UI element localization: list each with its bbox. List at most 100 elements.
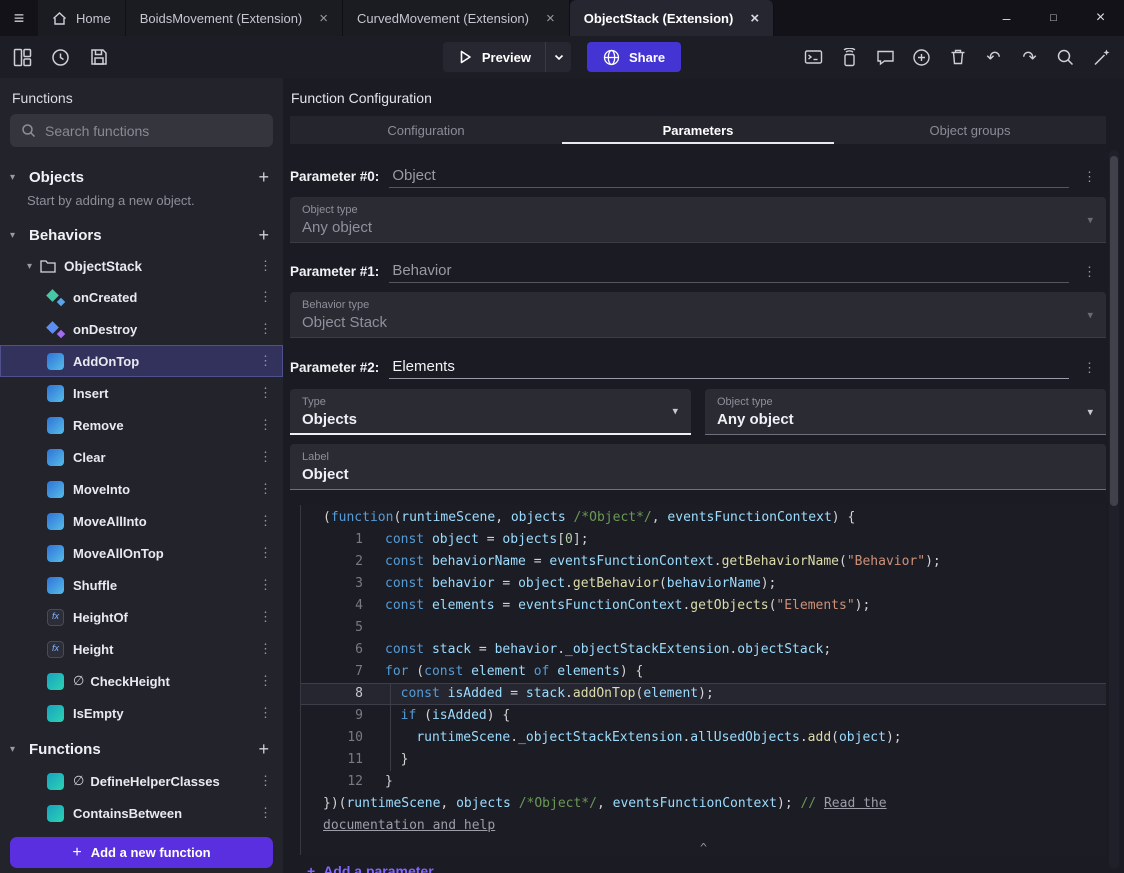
add-new-function-button[interactable]: + Add a new function [10, 837, 273, 868]
field-label: Label [302, 451, 329, 463]
sidebar-item-oncreated[interactable]: onCreated ⋮ [0, 281, 283, 313]
sidebar-item-moveallontop[interactable]: MoveAllOnTop ⋮ [0, 537, 283, 569]
item-menu-icon[interactable]: ⋮ [259, 481, 283, 497]
add-function-icon[interactable]: + [258, 739, 269, 760]
parameter-menu-icon[interactable]: ⋮ [1079, 360, 1100, 379]
add-parameter-button[interactable]: + Add a parameter [307, 863, 1124, 873]
tab-object-groups[interactable]: Object groups [834, 116, 1106, 144]
item-menu-icon[interactable]: ⋮ [259, 513, 283, 529]
feedback-icon[interactable] [875, 47, 896, 68]
sidebar-item-heightof[interactable]: HeightOf ⋮ [0, 601, 283, 633]
add-behavior-icon[interactable]: + [258, 225, 269, 246]
panels-layout-icon[interactable] [12, 47, 33, 68]
add-object-icon[interactable]: + [258, 167, 269, 188]
sidebar-item-clear[interactable]: Clear ⋮ [0, 441, 283, 473]
parameter-2-label-input[interactable]: Label Object [290, 444, 1106, 490]
fold-icon[interactable]: ^ [700, 841, 707, 855]
history-icon[interactable] [50, 47, 71, 68]
tab-boidsmovement[interactable]: BoidsMovement (Extension) × [125, 0, 344, 36]
close-tab-icon[interactable]: × [319, 10, 328, 27]
documentation-link[interactable]: documentation and help [323, 818, 495, 833]
chevron-down-icon[interactable]: ▾ [10, 230, 22, 241]
sidebar-item-shuffle[interactable]: Shuffle ⋮ [0, 569, 283, 601]
sidebar-item-label: onCreated [73, 289, 138, 305]
undo-icon[interactable]: ↶ [983, 47, 1004, 68]
item-menu-icon[interactable]: ⋮ [259, 805, 283, 821]
parameter-2-object-type-select[interactable]: Object type Any object ▾ [705, 389, 1106, 435]
sidebar-item-height[interactable]: Height ⋮ [0, 633, 283, 665]
item-menu-icon[interactable]: ⋮ [259, 385, 283, 401]
dropdown-arrow-icon[interactable]: ▾ [1087, 405, 1093, 418]
section-label: Behaviors [29, 226, 102, 244]
code-editor[interactable]: (function(runtimeScene, objects /*Object… [300, 505, 1106, 855]
item-menu-icon[interactable]: ⋮ [259, 545, 283, 561]
redo-icon[interactable]: ↷ [1019, 47, 1040, 68]
item-menu-icon[interactable]: ⋮ [259, 773, 283, 789]
sidebar-item-ondestroy[interactable]: onDestroy ⋮ [0, 313, 283, 345]
tab-configuration[interactable]: Configuration [290, 116, 562, 144]
sidebar-item-moveallinto[interactable]: MoveAllInto ⋮ [0, 505, 283, 537]
item-menu-icon[interactable]: ⋮ [259, 673, 283, 689]
sidebar-item-insert[interactable]: Insert ⋮ [0, 377, 283, 409]
tab-objectstack[interactable]: ObjectStack (Extension) × [569, 0, 775, 36]
behaviors-section-header[interactable]: ▾ Behaviors + [0, 219, 283, 251]
indent-guide [390, 683, 391, 771]
sidebar-item-moveinto[interactable]: MoveInto ⋮ [0, 473, 283, 505]
scrollbar-thumb[interactable] [1110, 156, 1118, 506]
parameter-menu-icon[interactable]: ⋮ [1079, 264, 1100, 283]
search-icon[interactable] [1055, 47, 1076, 68]
item-menu-icon[interactable]: ⋮ [259, 289, 283, 305]
item-menu-icon[interactable]: ⋮ [259, 609, 283, 625]
main-menu-icon[interactable]: ≡ [0, 0, 38, 36]
identifier-token: runtimeScene [416, 730, 511, 745]
close-window-button[interactable]: × [1077, 0, 1124, 36]
preview-button[interactable]: Preview [442, 42, 571, 72]
search-input[interactable] [45, 122, 262, 139]
item-menu-icon[interactable]: ⋮ [259, 577, 283, 593]
share-button[interactable]: Share [587, 42, 682, 72]
dropdown-arrow-icon[interactable]: ▾ [672, 405, 678, 418]
scrollbar[interactable] [1109, 150, 1119, 869]
item-menu-icon[interactable]: ⋮ [259, 641, 283, 657]
item-menu-icon[interactable]: ⋮ [259, 449, 283, 465]
line-number: 3 [355, 576, 363, 591]
objects-section-header[interactable]: ▾ Objects + [0, 161, 283, 193]
console-icon[interactable] [803, 47, 824, 68]
functions-section-header[interactable]: ▾ Functions + [0, 733, 283, 765]
magic-wand-icon[interactable] [1091, 47, 1112, 68]
sidebar-item-containsbetween[interactable]: ContainsBetween ⋮ [0, 797, 283, 829]
parameter-0-name-input[interactable]: Object [389, 167, 1069, 188]
sidebar-item-checkheight[interactable]: ∅ CheckHeight ⋮ [0, 665, 283, 697]
chevron-down-icon[interactable]: ▾ [10, 744, 22, 755]
close-tab-icon[interactable]: × [546, 10, 555, 27]
behavior-group-objectstack[interactable]: ▾ ObjectStack ⋮ [0, 251, 283, 281]
parameter-menu-icon[interactable]: ⋮ [1079, 169, 1100, 188]
close-tab-icon[interactable]: × [750, 10, 759, 27]
item-menu-icon[interactable]: ⋮ [259, 353, 283, 369]
sidebar-item-remove[interactable]: Remove ⋮ [0, 409, 283, 441]
parameter-1-name-input[interactable]: Behavior [389, 262, 1069, 283]
item-menu-icon[interactable]: ⋮ [259, 321, 283, 337]
chevron-down-icon[interactable]: ▾ [27, 261, 32, 272]
parameter-2-name-input[interactable]: Elements [389, 358, 1069, 379]
add-circle-icon[interactable] [911, 47, 932, 68]
item-menu-icon[interactable]: ⋮ [259, 705, 283, 721]
sidebar-item-addontop[interactable]: AddOnTop ⋮ [0, 345, 283, 377]
tab-curvedmovement[interactable]: CurvedMovement (Extension) × [343, 0, 570, 36]
remote-preview-icon[interactable] [839, 47, 860, 68]
tab-parameters[interactable]: Parameters [562, 116, 834, 144]
save-icon[interactable] [88, 47, 109, 68]
parameter-2-type-select[interactable]: Type Objects ▾ [290, 389, 691, 435]
item-menu-icon[interactable]: ⋮ [259, 258, 283, 274]
tab-home[interactable]: Home [38, 0, 126, 36]
item-menu-icon[interactable]: ⋮ [259, 417, 283, 433]
sidebar-item-definehelperclasses[interactable]: ∅ DefineHelperClasses ⋮ [0, 765, 283, 797]
minimize-button[interactable]: – [983, 0, 1030, 36]
preview-options-chevron-icon[interactable] [545, 42, 571, 72]
chevron-down-icon[interactable]: ▾ [10, 172, 22, 183]
maximize-button[interactable]: □ [1030, 0, 1077, 36]
documentation-link[interactable]: Read the [824, 796, 887, 811]
sidebar-item-isempty[interactable]: IsEmpty ⋮ [0, 697, 283, 729]
trash-icon[interactable] [947, 47, 968, 68]
search-functions-box[interactable] [10, 114, 273, 147]
